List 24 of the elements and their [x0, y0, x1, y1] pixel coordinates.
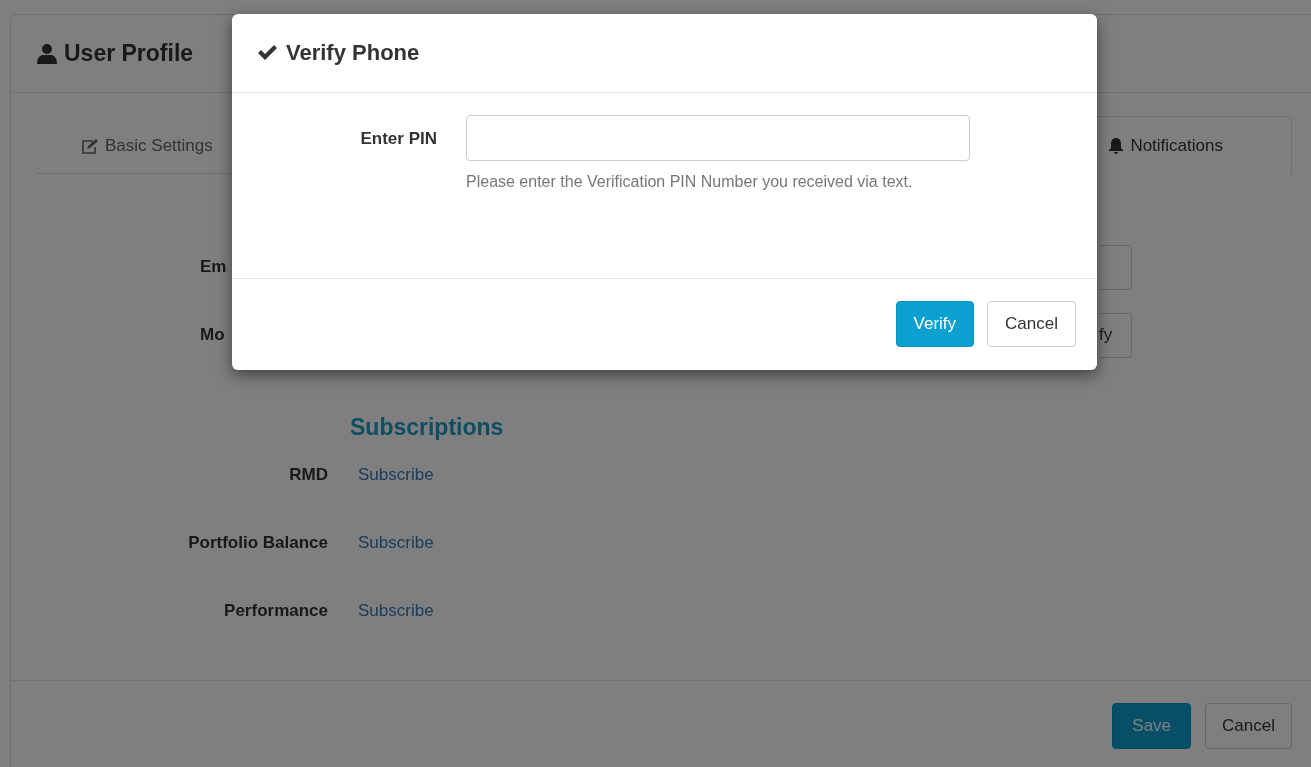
verify-button[interactable]: Verify: [895, 301, 975, 347]
subscription-label: RMD: [288, 465, 328, 485]
field-label: Enter PIN: [359, 128, 437, 150]
check-icon: [256, 44, 278, 62]
help-text: Please enter the Verification PIN Number you received via text.: [466, 172, 914, 192]
subscription-label: Performance: [223, 601, 328, 621]
bell-icon: [1108, 137, 1125, 154]
input-field[interactable]: [1099, 244, 1132, 290]
field-label: Em: [200, 257, 227, 277]
cancel-button[interactable]: Cancel: [1205, 703, 1292, 749]
panel-title: User Profile: [64, 40, 194, 67]
dialog-title: Verify Phone: [286, 40, 420, 66]
save-button[interactable]: Save: [1112, 703, 1192, 749]
edit-icon: [81, 137, 99, 154]
pin-field[interactable]: [466, 115, 970, 161]
verify-button[interactable]: fy: [1099, 312, 1132, 358]
subscribe-link[interactable]: Subscribe: [358, 533, 434, 553]
subscribe-link[interactable]: Subscribe: [358, 601, 434, 621]
user-icon: [36, 42, 58, 65]
section-heading: Subscriptions: [350, 414, 505, 441]
cancel-button[interactable]: Cancel: [987, 301, 1076, 347]
subscribe-link[interactable]: Subscribe: [358, 465, 434, 485]
field-label: Mo: [200, 325, 225, 345]
subscription-label: Portfolio Balance: [187, 533, 328, 553]
